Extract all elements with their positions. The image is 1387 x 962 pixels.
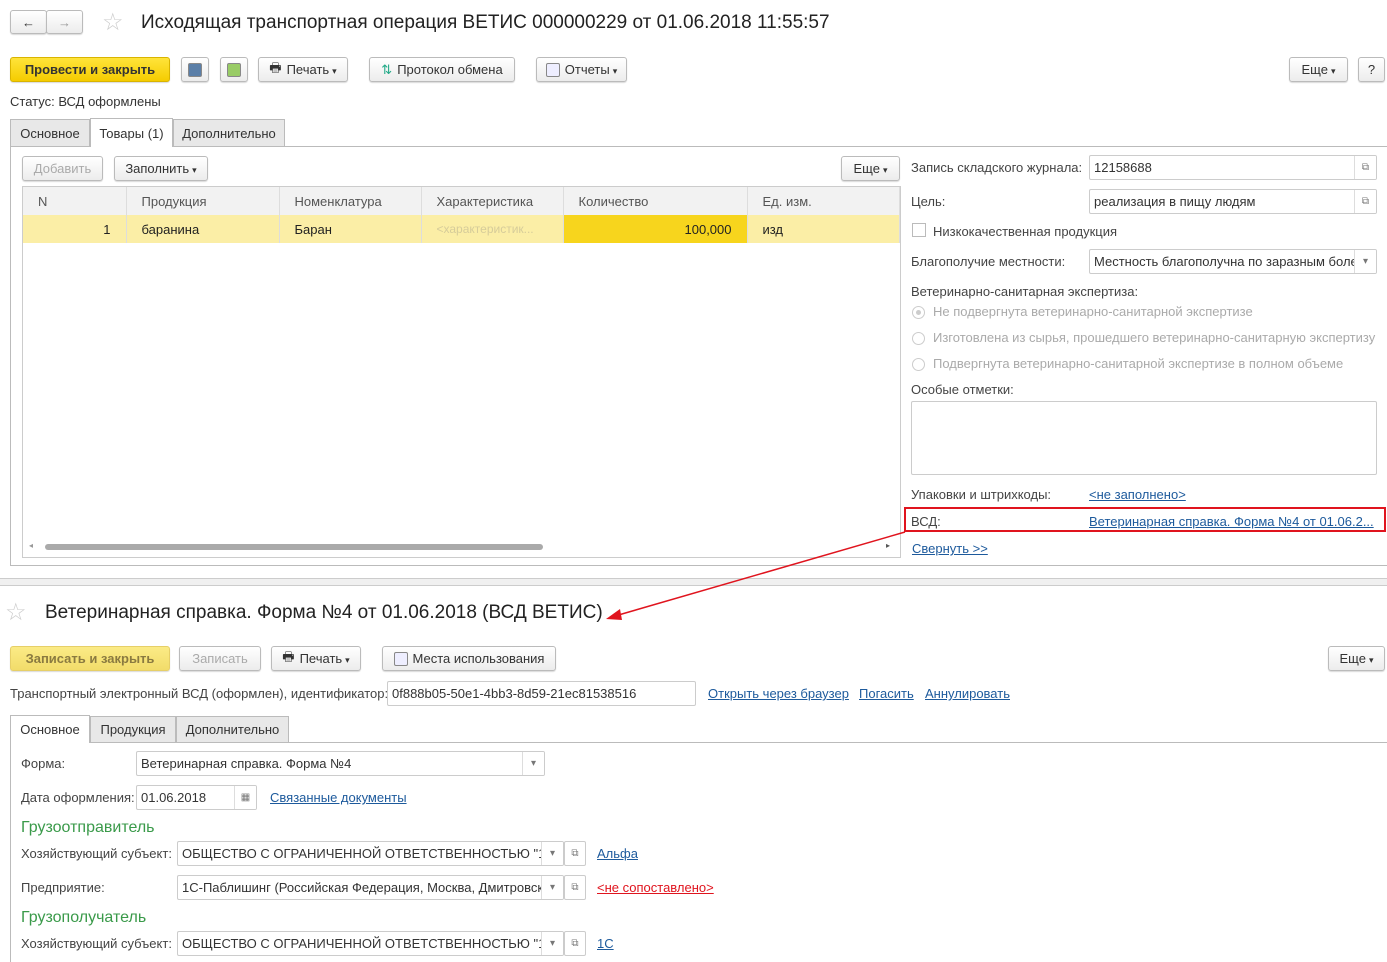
chevron-down-icon[interactable]: ▾ (541, 876, 563, 899)
form-value: Ветеринарная справка. Форма №4 (141, 756, 352, 771)
sender-heading: Грузоотправитель (21, 819, 155, 836)
save-and-close-button[interactable]: Записать и закрыть (10, 646, 170, 671)
report-icon (393, 651, 408, 666)
date-label: Дата оформления: (21, 790, 135, 805)
open-icon[interactable]: ⧉ (564, 841, 586, 866)
more-button[interactable]: Еще (1328, 646, 1385, 671)
form-select[interactable]: Ветеринарная справка. Форма №4 ▾ (136, 751, 545, 776)
chevron-down-icon[interactable]: ▾ (541, 932, 563, 955)
printer-icon: 🖶 (282, 648, 295, 664)
receiver-entity-link[interactable]: 1С (597, 936, 614, 951)
related-docs-link[interactable]: Связанные документы (270, 790, 407, 805)
save-button[interactable]: Записать (179, 646, 261, 671)
sender-enterprise-label: Предприятие: (21, 880, 105, 895)
sender-entity-label: Хозяйствующий субъект: (21, 846, 172, 861)
chevron-down-icon[interactable]: ▾ (522, 752, 544, 775)
vsd-title: Ветеринарная справка. Форма №4 от 01.06.… (45, 602, 603, 623)
receiver-entity-label: Хозяйствующий субъект: (21, 936, 172, 951)
cancel-link[interactable]: Аннулировать (925, 686, 1010, 701)
tab-products[interactable]: Продукция (90, 716, 176, 742)
tab-goods[interactable]: Товары (1) (90, 118, 173, 147)
panel-border (10, 742, 11, 962)
annotation-arrow (606, 531, 906, 620)
sender-enterprise-select[interactable]: 1С-Паблишинг (Российская Федерация, Моск… (177, 875, 564, 900)
receiver-entity-select[interactable]: ОБЩЕСТВО С ОГРАНИЧЕННОЙ ОТВЕТСТВЕННОСТЬЮ… (177, 931, 564, 956)
calendar-icon[interactable]: ▦ (234, 786, 256, 809)
tab-additional[interactable]: Дополнительно (176, 716, 289, 742)
receiver-entity-value: ОБЩЕСТВО С ОГРАНИЧЕННОЙ ОТВЕТСТВЕННОСТЬЮ… (182, 936, 550, 951)
date-value: 01.06.2018 (141, 790, 207, 805)
sender-enterprise-value: 1С-Паблишинг (Российская Федерация, Моск… (182, 880, 544, 895)
id-label: Транспортный электронный ВСД (оформлен),… (10, 686, 389, 701)
print-button[interactable]: 🖶 Печать (271, 646, 361, 671)
chevron-down-icon[interactable]: ▾ (541, 842, 563, 865)
receiver-heading: Грузополучатель (21, 909, 147, 926)
open-icon[interactable]: ⧉ (564, 931, 586, 956)
tab-main[interactable]: Основное (10, 715, 90, 743)
sender-entity-link[interactable]: Альфа (597, 846, 638, 861)
repay-link[interactable]: Погасить (859, 686, 914, 701)
form-label: Форма: (21, 756, 66, 771)
tabs-divider (10, 742, 1387, 743)
open-browser-link[interactable]: Открыть через браузер (708, 686, 849, 701)
open-icon[interactable]: ⧉ (564, 875, 586, 900)
favorite-star-icon[interactable]: ☆ (5, 598, 27, 627)
sender-entity-select[interactable]: ОБЩЕСТВО С ОГРАНИЧЕННОЙ ОТВЕТСТВЕННОСТЬЮ… (177, 841, 564, 866)
not-matched-link[interactable]: <не сопоставлено> (597, 880, 714, 895)
usage-places-button[interactable]: Места использования (382, 646, 556, 671)
date-field[interactable]: 01.06.2018 ▦ (136, 785, 257, 810)
sender-entity-value: ОБЩЕСТВО С ОГРАНИЧЕННОЙ ОТВЕТСТВЕННОСТЬЮ… (182, 846, 550, 861)
id-field[interactable]: 0f888b05-50e1-4bb3-8d59-21ec81538516 (387, 681, 696, 706)
